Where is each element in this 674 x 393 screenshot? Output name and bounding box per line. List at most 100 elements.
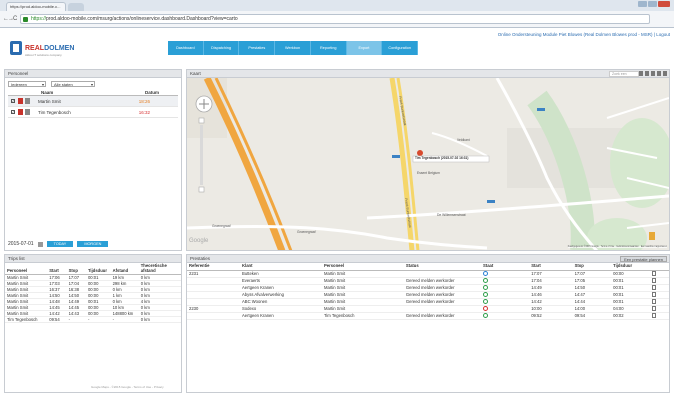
prestatie-stop: 17:07 (572, 270, 612, 278)
map-search-input[interactable]: Zoek een voorwaarde (609, 71, 639, 81)
nav-item-prestaties[interactable]: Prestaties (239, 41, 276, 55)
minimize-button[interactable] (638, 1, 647, 7)
map-marker-popup[interactable]: Tim Tegenbosch (2015-07-02 16:31) (415, 156, 468, 160)
date-field[interactable]: 2015-07-01 (8, 241, 34, 247)
prestaties-col-header[interactable]: Personeel (321, 263, 404, 271)
prestatie-row[interactable]: Everaerts Martin Smit Gereed melden werkor… (187, 277, 669, 285)
prestatie-status: Gereed melden werkorder (403, 291, 481, 299)
top-links[interactable]: Online Ondersteuning Module Piet Blowes … (498, 32, 670, 37)
prestatie-row[interactable]: Aertgeen Kranen Tim Tegenbosch Gereed meld… (187, 312, 669, 320)
trips-col-header[interactable]: Tijdsduur (85, 263, 111, 275)
nav-item-dashboard[interactable]: Dashboard (168, 41, 204, 55)
browser-tab[interactable]: https://prod.aldoo-mobile.c... (6, 2, 66, 11)
prestaties-col-header[interactable]: Staat (481, 263, 530, 271)
prestatie-pers: Martin Smit (321, 305, 404, 313)
prestaties-col-header[interactable]: Tijdsduur (611, 263, 650, 271)
trips-cell: Tim Tegenbosch (5, 316, 48, 323)
trips-header: Trips list (5, 255, 181, 263)
print-icon[interactable] (657, 71, 661, 76)
edit-icon[interactable] (651, 284, 656, 290)
edit-icon[interactable] (651, 298, 656, 304)
trips-col-header[interactable]: Stop (66, 263, 86, 275)
personeel-header: Personeel (5, 70, 181, 78)
reload-icon[interactable]: C (13, 16, 17, 22)
close-window-button[interactable] (658, 1, 670, 7)
brand-logo[interactable]: REALDOLMEN Aldoo.IT solutions company (10, 38, 74, 58)
trips-col-header[interactable]: Personeel (5, 263, 48, 275)
tomorrow-button[interactable]: MORGEN (77, 241, 109, 247)
map-toolbar (639, 71, 667, 76)
map-canvas[interactable]: Tim Tegenbosch (2015-07-02 16:31) Frank … (187, 78, 669, 250)
nav-item-werkbon[interactable]: Werkbon (275, 41, 311, 55)
trips-col-header[interactable]: Theoretische afstand (138, 263, 181, 275)
prestatie-row[interactable]: 2230 Sodexo Martin Smit 10:00 14:00 04:00 (187, 305, 669, 313)
prestatie-start: 17:07 (529, 270, 573, 278)
map-attribution[interactable]: Kaartgegevens ©2015 Google · Terms of Us… (567, 246, 667, 248)
prestaties-col-header[interactable]: Stop (572, 263, 612, 271)
map-panel: Kaart Zoek een voorwaarde (186, 69, 670, 251)
fullscreen-icon[interactable] (663, 71, 667, 76)
prestaties-col-header[interactable]: Klant (240, 263, 322, 271)
url-scheme: https:// (31, 16, 47, 22)
edit-icon[interactable] (651, 270, 656, 276)
pin-icon[interactable] (645, 71, 649, 76)
edit-icon[interactable] (651, 305, 656, 311)
prestatie-pers: Tim Tegenbosch (321, 312, 404, 320)
edit-icon[interactable] (651, 291, 656, 297)
prestatie-row[interactable]: Abyss Afvalverwerking Martin Smit Gereed m… (187, 291, 669, 299)
layers-icon[interactable] (639, 71, 643, 76)
prestaties-col-header[interactable]: Start (529, 263, 573, 271)
status-cell (481, 291, 530, 299)
prestatie-stop: 14:50 (572, 284, 612, 292)
personeel-row[interactable]: ✓ Tim Tegenbosch 16:32 (8, 107, 178, 118)
prestatie-status: Gereed melden werkorder (403, 284, 481, 292)
prestatie-status: Gereed melden werkorder (403, 298, 481, 306)
url-field[interactable]: https://prod.aldoo-mobile.com/msurg/acti… (20, 14, 650, 24)
new-tab-button[interactable] (68, 3, 84, 11)
nav-item-export[interactable]: Export (346, 41, 383, 55)
maximize-button[interactable] (648, 1, 657, 7)
prestaties-col-header[interactable]: Status (403, 263, 481, 271)
plan-prestatie-button[interactable]: Een prestatie plannen (620, 256, 667, 262)
status-cell (481, 277, 530, 285)
route-icon[interactable] (651, 71, 655, 76)
prestatie-status: Gereed melden werkorder (403, 277, 481, 285)
prestatie-start: 14:42 (529, 298, 573, 306)
personeel-row[interactable]: ✓ Martin Smit 18:26 (8, 96, 178, 107)
row-checkbox[interactable]: ✓ (11, 110, 15, 114)
browser-chrome: https://prod.aldoo-mobile.c... ← → C htt… (0, 0, 674, 28)
trips-col-header[interactable]: Start (47, 263, 67, 275)
prestatie-duur: 00:01 (611, 284, 650, 292)
prestatie-ref: 2231 (187, 270, 241, 278)
prestatie-row[interactable]: 2231 Butteken Martin Smit 17:07 17:07 00:00 (187, 270, 669, 278)
prestatie-row[interactable]: ABC Woonen Martin Smit Gereed melden werko… (187, 298, 669, 306)
status-cell (481, 298, 530, 306)
prestatie-ref: 2230 (187, 305, 241, 313)
state-filter-select[interactable]: Alle staten (51, 81, 95, 87)
trips-col-header[interactable]: Afstand (110, 263, 139, 275)
edit-icon[interactable] (651, 277, 656, 283)
map-label: Essent Belgium (417, 171, 440, 175)
prestatie-klant: Aertgeen Kranen (240, 312, 322, 320)
prestaties-col-header[interactable]: Referentie (187, 263, 241, 271)
truck-icon (18, 109, 23, 115)
status-cell (481, 305, 530, 313)
prestatie-row[interactable]: Aertgeen Kranen Martin Smit Gereed melden … (187, 284, 669, 292)
nav-item-dispatching[interactable]: Dispatching (204, 41, 240, 55)
trips-panel: Trips list Personeel Start Stop Tijdsduur Af… (4, 254, 182, 393)
nav-item-reporting[interactable]: Reporting (311, 41, 347, 55)
edit-cell (649, 270, 669, 278)
trips-row[interactable]: Tim Tegenbosch 09:54- - -0 km (5, 316, 181, 323)
prestatie-klant: ABC Woonen (240, 298, 322, 306)
edit-icon[interactable] (651, 312, 656, 318)
main-nav: Dashboard Dispatching Prestaties Werkbon Rep… (168, 41, 419, 55)
phone-icon (25, 109, 30, 115)
today-button[interactable]: TODAY (46, 241, 74, 247)
calendar-icon[interactable] (37, 241, 43, 247)
edit-cell (649, 284, 669, 292)
prestatie-ref (187, 291, 241, 299)
staff-filter-select[interactable]: Iedereen (8, 81, 46, 87)
nav-item-configuration[interactable]: Configuration (382, 41, 419, 55)
prestatie-pers: Martin Smit (321, 277, 404, 285)
row-checkbox[interactable]: ✓ (11, 99, 15, 103)
